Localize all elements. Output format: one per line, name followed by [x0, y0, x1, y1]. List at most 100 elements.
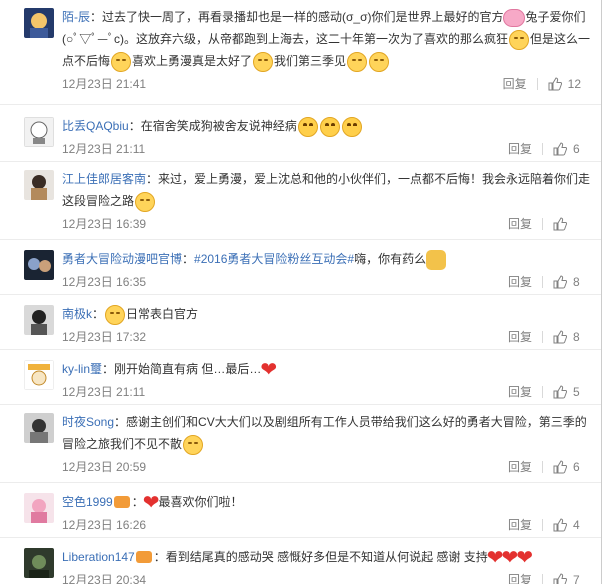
comment-item: 江上佳郎居客南：来过，爱上勇漫，爱上沈总和他的小伙伴们，一点都不后悔！我会永远陪…	[0, 162, 601, 240]
reply-button[interactable]: 回复	[508, 381, 532, 403]
divider	[542, 519, 543, 531]
shy-emoji-icon	[183, 434, 204, 455]
comment-meta: 12月23日 20:34 回复 7	[62, 569, 593, 584]
comment-actions: 回复 5	[508, 381, 581, 403]
thumbs-up-icon	[553, 518, 567, 532]
like-button[interactable]: 6	[553, 138, 581, 160]
heart-emoji-icon: ❤	[260, 358, 278, 381]
comment-meta: 12月23日 21:11 回复 6	[62, 138, 593, 160]
heart-emoji-icon: ❤	[142, 491, 160, 514]
avatar[interactable]	[24, 8, 54, 38]
like-button[interactable]: 6	[553, 456, 581, 478]
username[interactable]: 勇者大冒险动漫吧官博	[62, 252, 182, 266]
divider	[542, 218, 543, 230]
laugh-emoji-icon	[341, 116, 362, 137]
comment-text: 喜欢上勇漫真是太好了	[132, 54, 253, 68]
comment-actions: 回复 4	[508, 514, 581, 536]
comment-text: 日常表白官方	[126, 307, 199, 321]
like-button[interactable]: 8	[553, 326, 581, 348]
like-button[interactable]	[553, 217, 581, 231]
username[interactable]: 时夜Song	[62, 415, 114, 429]
comment-text: 嗨，你有药么	[354, 252, 427, 266]
comment-meta: 12月23日 16:35 回复 8	[62, 271, 593, 293]
timestamp: 12月23日 21:11	[62, 142, 146, 156]
comment-body: 空色1999 ：❤最喜欢你们啦！	[62, 489, 593, 513]
thumbs-up-icon	[553, 217, 567, 231]
username[interactable]: 比丢QAQbiu	[62, 119, 129, 133]
comment-list: 陌-辰：过去了快一周了，再看录播却也是一样的感动(σ_σ)你们是世界上最好的官方…	[0, 0, 602, 584]
like-button[interactable]: 4	[553, 514, 581, 536]
comment-body: 陌-辰：过去了快一周了，再看录播却也是一样的感动(σ_σ)你们是世界上最好的官方…	[62, 6, 593, 72]
reply-button[interactable]: 回复	[508, 271, 532, 293]
sad-emoji-icon	[253, 51, 274, 72]
username[interactable]: Liberation147	[62, 550, 135, 564]
shy-emoji-icon	[369, 51, 390, 72]
heart-emoji-icon: ❤	[516, 546, 534, 569]
avatar[interactable]	[24, 360, 54, 390]
username[interactable]: 空色1999	[62, 495, 113, 509]
cat-emoji-icon	[426, 249, 447, 270]
avatar[interactable]	[24, 117, 54, 147]
comment-actions: 回复 8	[508, 271, 581, 293]
comment-item: 勇者大冒险动漫吧官博：#2016勇者大冒险粉丝互动会#嗨，你有药么 12月23日…	[0, 240, 601, 295]
comment-body: 时夜Song：感谢主创们和CV大大们以及剧组所有工作人员带给我们这么好的勇者大冒…	[62, 411, 593, 455]
thumbs-up-icon	[553, 275, 567, 289]
thumbs-up-icon	[553, 330, 567, 344]
comment-text: 我们第三季见	[274, 54, 347, 68]
hashtag-link[interactable]: #2016勇者大冒险粉丝互动会#	[194, 252, 354, 266]
username[interactable]: 江上佳郎居客南	[62, 172, 146, 186]
thumbs-up-icon	[553, 385, 567, 399]
like-button[interactable]: 8	[553, 271, 581, 293]
reply-button[interactable]: 回复	[508, 514, 532, 536]
avatar[interactable]	[24, 548, 54, 578]
comment-item: 空色1999 ：❤最喜欢你们啦！ 12月23日 16:26 回复 4	[0, 483, 601, 538]
reply-button[interactable]: 回复	[508, 213, 532, 235]
like-count: 8	[573, 330, 580, 344]
divider	[542, 386, 543, 398]
comment-body: ky-lin璽：刚开始简直有病 但…最后…❤	[62, 356, 593, 380]
comment-body: Liberation147 ：看到结尾真的感动哭 感慨好多但是不知道从何说起 感谢…	[62, 544, 593, 568]
pig-emoji-icon	[503, 8, 526, 27]
laugh-emoji-icon	[297, 116, 318, 137]
thumbs-up-icon	[553, 573, 567, 584]
username[interactable]: ky-lin璽	[62, 362, 102, 376]
comment-text: ：	[92, 307, 105, 321]
comment-meta: 12月23日 17:32 回复 8	[62, 326, 593, 348]
reply-button[interactable]: 回复	[508, 456, 532, 478]
avatar[interactable]	[24, 305, 54, 335]
avatar[interactable]	[24, 493, 54, 523]
comment-body: 南极k： 日常表白官方	[62, 301, 593, 325]
timestamp: 12月23日 21:11	[62, 385, 146, 399]
reply-button[interactable]: 回复	[508, 326, 532, 348]
comment-actions: 回复	[508, 213, 581, 235]
reply-button[interactable]: 回复	[508, 569, 532, 584]
avatar[interactable]	[24, 170, 54, 200]
thumbs-up-icon	[548, 77, 562, 91]
avatar[interactable]	[24, 413, 54, 443]
comment-actions: 回复 6	[508, 456, 581, 478]
like-count: 5	[573, 385, 580, 399]
like-count: 4	[573, 518, 580, 532]
shy-emoji-icon	[135, 191, 156, 212]
comment-meta: 12月23日 21:41 回复 12	[62, 73, 593, 95]
comment-body: 江上佳郎居客南：来过，爱上勇漫，爱上沈总和他的小伙伴们，一点都不后悔！我会永远陪…	[62, 168, 593, 212]
like-count: 6	[573, 142, 580, 156]
comment-text: ：过去了快一周了，再看录播却也是一样的感动(σ_σ)你们是世界上最好的官方	[90, 10, 504, 24]
username[interactable]: 南极k	[62, 307, 92, 321]
avatar[interactable]	[24, 250, 54, 280]
username[interactable]: 陌-辰	[62, 10, 90, 24]
comment-item: 南极k： 日常表白官方 12月23日 17:32 回复 8	[0, 295, 601, 350]
comment-text: 最喜欢你们啦！	[158, 495, 243, 509]
timestamp: 12月23日 20:34	[62, 573, 147, 584]
like-button[interactable]: 12	[548, 73, 581, 95]
reply-button[interactable]: 回复	[503, 73, 527, 95]
reply-button[interactable]: 回复	[508, 138, 532, 160]
thumbs-up-icon	[553, 142, 567, 156]
sad-emoji-icon	[508, 29, 529, 50]
comment-meta: 12月23日 16:26 回复 4	[62, 514, 593, 536]
vip-badge-icon	[135, 550, 152, 563]
comment-meta: 12月23日 20:59 回复 6	[62, 456, 593, 478]
timestamp: 12月23日 16:26	[62, 518, 147, 532]
like-button[interactable]: 7	[553, 569, 581, 584]
like-button[interactable]: 5	[553, 381, 581, 403]
